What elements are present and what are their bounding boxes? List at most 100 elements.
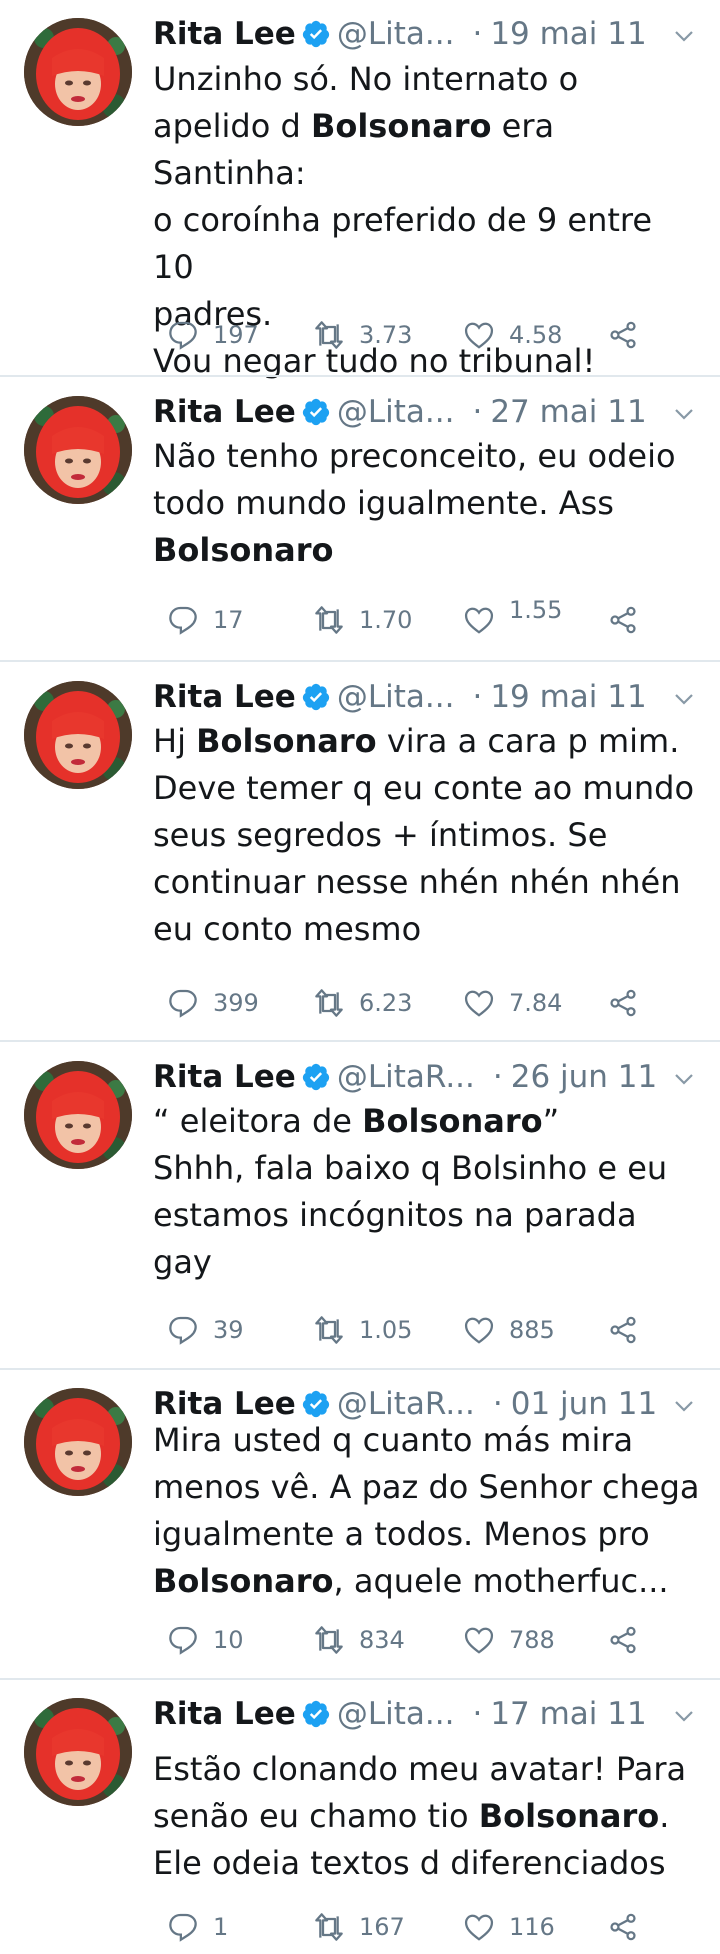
share-button[interactable]: [593, 600, 639, 640]
reply-button[interactable]: 197: [153, 315, 259, 355]
text-segment: .: [659, 1797, 670, 1835]
retweet-button[interactable]: 834: [299, 1620, 405, 1660]
tweet-text-line: Estão clonando meu avatar! Para: [153, 1746, 702, 1793]
verified-badge-icon: [301, 1389, 331, 1419]
like-button[interactable]: 885: [449, 1310, 555, 1350]
tweet-text-line: Unzinho só. No internato o: [153, 56, 702, 103]
reply-count: 399: [213, 989, 259, 1017]
avatar[interactable]: [24, 18, 132, 126]
reply-button[interactable]: 1: [153, 1907, 228, 1947]
chevron-down-icon[interactable]: [672, 1390, 696, 1414]
avatar[interactable]: [24, 396, 132, 504]
avatar[interactable]: [24, 681, 132, 789]
reply-button[interactable]: 39: [153, 1310, 244, 1350]
author-handle[interactable]: @Lita...: [337, 394, 455, 430]
reply-button[interactable]: 17: [153, 600, 244, 640]
like-count: 4.58: [509, 321, 563, 349]
chevron-down-icon[interactable]: [672, 20, 696, 44]
tweet-text-line: estamos incógnitos na parada: [153, 1192, 702, 1239]
retweet-button[interactable]: 167: [299, 1907, 405, 1947]
chevron-down-icon[interactable]: [672, 1063, 696, 1087]
share-button[interactable]: [593, 1907, 639, 1947]
retweet-icon: [313, 319, 345, 351]
tweet-date[interactable]: 19 mai 11: [490, 679, 646, 715]
tweet-date[interactable]: 27 mai 11: [490, 394, 646, 430]
tweet-text-line: menos vê. A paz do Senhor chega: [153, 1464, 702, 1511]
text-segment: Unzinho só. No internato o: [153, 60, 579, 98]
chevron-down-icon[interactable]: [672, 683, 696, 707]
tweet-date[interactable]: 26 jun 11: [511, 1059, 658, 1095]
tweet-actions: 399 6.23 7.84: [153, 983, 636, 1023]
like-count: 885: [509, 1316, 555, 1344]
tweet-text-line: igualmente a todos. Menos pro: [153, 1511, 702, 1558]
share-icon: [607, 604, 639, 636]
share-button[interactable]: [593, 1310, 639, 1350]
text-segment: menos vê. A paz do Senhor chega: [153, 1468, 700, 1506]
retweet-button[interactable]: 6.23: [299, 983, 412, 1023]
tweet-text-line: “ eleitora de Bolsonaro”: [153, 1098, 702, 1145]
reply-count: 39: [213, 1316, 244, 1344]
reply-button[interactable]: 399: [153, 983, 259, 1023]
tweet-text-line: Hj Bolsonaro vira a cara p mim.: [153, 718, 702, 765]
retweet-count: 1.70: [359, 606, 413, 634]
author-name[interactable]: Rita Lee: [153, 394, 296, 430]
like-button[interactable]: 788: [449, 1620, 555, 1660]
reply-icon: [167, 1911, 199, 1943]
author-name[interactable]: Rita Lee: [153, 1059, 296, 1095]
text-segment: todo mundo igualmente. Ass: [153, 484, 614, 522]
share-icon: [607, 1624, 639, 1656]
text-segment: , aquele motherfuc...: [333, 1562, 669, 1600]
tweet-text-line: gay: [153, 1239, 702, 1286]
avatar[interactable]: [24, 1698, 132, 1806]
author-name[interactable]: Rita Lee: [153, 679, 296, 715]
tweet-text-line: o coroínha preferido de 9 entre 10: [153, 197, 702, 291]
avatar[interactable]: [24, 1388, 132, 1496]
reply-icon: [167, 319, 199, 351]
separator-dot: ·: [492, 1059, 503, 1095]
tweet-divider: [0, 1040, 720, 1042]
tweet-text-line: Bolsonaro, aquele motherfuc...: [153, 1558, 702, 1605]
retweet-button[interactable]: 1.70: [299, 600, 412, 640]
reply-icon: [167, 1314, 199, 1346]
text-segment: gay: [153, 1243, 212, 1281]
tweet-text-line: continuar nesse nhén nhén nhén: [153, 859, 702, 906]
like-icon: [463, 319, 495, 351]
separator-dot: ·: [472, 394, 483, 430]
retweet-count: 834: [359, 1626, 405, 1654]
avatar[interactable]: [24, 1061, 132, 1169]
separator-dot: ·: [472, 679, 483, 715]
retweet-icon: [313, 1314, 345, 1346]
tweet-date[interactable]: 17 mai 11: [490, 1696, 646, 1732]
retweet-button[interactable]: 3.73: [299, 315, 412, 355]
tweet-text-line: senão eu chamo tio Bolsonaro.: [153, 1793, 702, 1840]
tweet-text-line: seus segredos + íntimos. Se: [153, 812, 702, 859]
like-button[interactable]: 116: [449, 1907, 555, 1947]
like-button[interactable]: 4.58: [449, 315, 562, 355]
share-button[interactable]: [593, 983, 639, 1023]
chevron-down-icon[interactable]: [672, 398, 696, 422]
reply-icon: [167, 604, 199, 636]
share-button[interactable]: [593, 315, 639, 355]
author-name[interactable]: Rita Lee: [153, 16, 296, 52]
reply-count: 1: [213, 1913, 229, 1941]
author-name[interactable]: Rita Lee: [153, 1696, 296, 1732]
tweet-text-line: apelido d Bolsonaro era Santinha:: [153, 103, 702, 197]
share-button[interactable]: [593, 1620, 639, 1660]
like-button[interactable]: 1.55: [449, 596, 562, 640]
chevron-down-icon[interactable]: [672, 1700, 696, 1724]
share-icon: [607, 319, 639, 351]
tweet-actions: 197 3.73 4.58: [153, 315, 636, 355]
reply-count: 17: [213, 606, 244, 634]
like-button[interactable]: 7.84: [449, 983, 562, 1023]
separator-dot: ·: [472, 1696, 483, 1732]
reply-button[interactable]: 10: [153, 1620, 244, 1660]
author-handle[interactable]: @Lita...: [337, 1696, 455, 1732]
text-segment: o coroínha preferido de 9 entre 10: [153, 201, 653, 286]
reply-count: 10: [213, 1626, 244, 1654]
author-handle[interactable]: @Lita...: [337, 16, 455, 52]
tweet-date[interactable]: 19 mai 11: [490, 16, 646, 52]
retweet-button[interactable]: 1.05: [299, 1310, 412, 1350]
author-handle[interactable]: @Lita...: [337, 679, 455, 715]
text-segment: Estão clonando meu avatar! Para: [153, 1750, 687, 1788]
author-handle[interactable]: @LitaR...: [337, 1059, 475, 1095]
